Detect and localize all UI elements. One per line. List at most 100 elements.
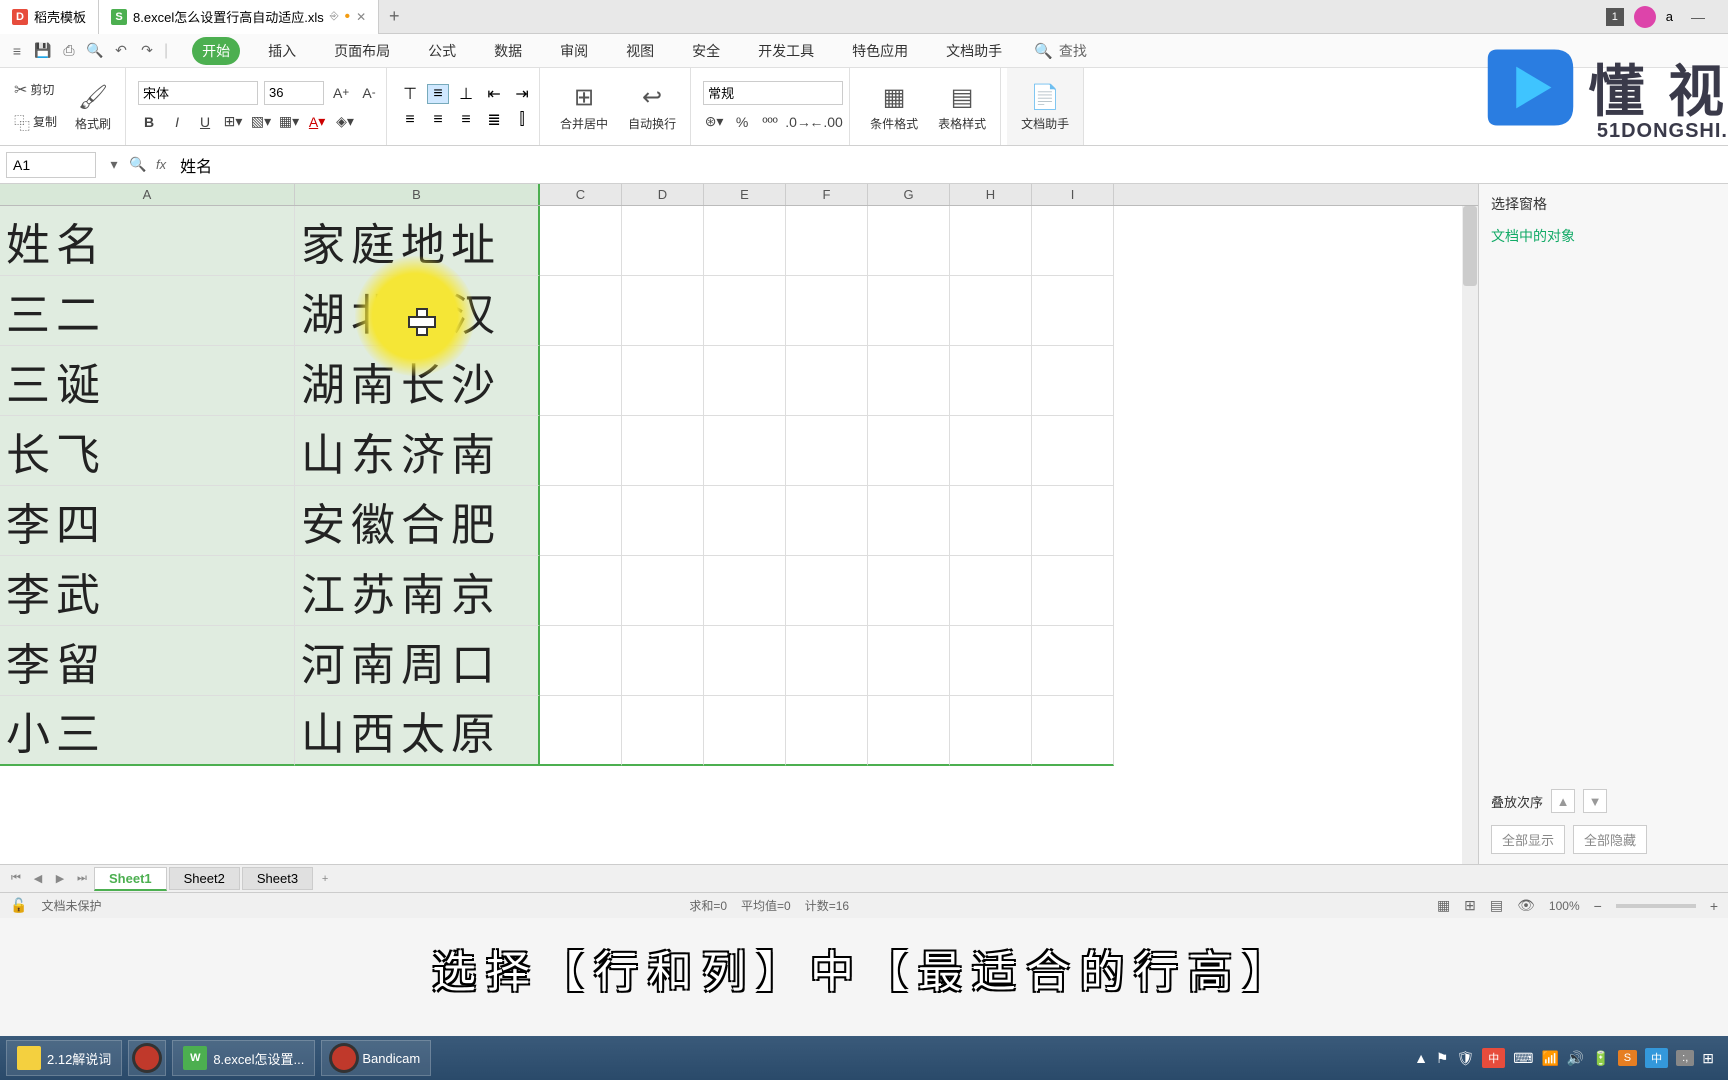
vertical-scrollbar[interactable]	[1462, 206, 1478, 864]
save-icon[interactable]: 💾	[32, 40, 54, 62]
sheet-nav-next-icon[interactable]: ▶	[50, 872, 70, 885]
scrollbar-thumb[interactable]	[1463, 206, 1477, 286]
doc-helper-button[interactable]: 📄 文档助手	[1013, 81, 1077, 132]
tab-dev[interactable]: 开发工具	[748, 37, 824, 65]
col-header-b[interactable]: B	[295, 184, 540, 205]
tray-volume-icon[interactable]: 🔊	[1567, 1050, 1584, 1067]
table-row[interactable]: 李留河南周口	[0, 626, 1478, 696]
table-row[interactable]: 三二湖北武汉	[0, 276, 1478, 346]
cell-style-button[interactable]: ▦▾	[278, 111, 300, 133]
view-pagebreak-icon[interactable]: ⊞	[1464, 897, 1476, 914]
tray-shield-icon[interactable]: 🛡	[1456, 1050, 1474, 1067]
tray-keyboard-icon[interactable]: ⌨	[1513, 1050, 1533, 1067]
send-backward-button[interactable]: ▼	[1583, 789, 1607, 813]
currency-icon[interactable]: ⊛▾	[703, 111, 725, 133]
col-header-c[interactable]: C	[540, 184, 622, 205]
zoom-out-icon[interactable]: −	[1594, 898, 1602, 914]
sheet-nav-prev-icon[interactable]: ◀	[28, 872, 48, 885]
cut-button[interactable]: ✂剪切	[10, 78, 61, 102]
tray-flag-icon[interactable]: ⚑	[1436, 1050, 1449, 1067]
view-normal-icon[interactable]: ▦	[1437, 897, 1450, 914]
close-icon[interactable]: ✕	[356, 10, 366, 24]
tray-network-icon[interactable]: 📶	[1541, 1050, 1558, 1067]
table-row[interactable]: 三诞湖南长沙	[0, 346, 1478, 416]
col-header-f[interactable]: F	[786, 184, 868, 205]
notification-badge[interactable]: 1	[1606, 8, 1624, 26]
table-row[interactable]: 姓名家庭地址	[0, 206, 1478, 276]
conditional-format-button[interactable]: ▦ 条件格式	[862, 81, 926, 132]
wrap-text-button[interactable]: ↩ 自动换行	[620, 81, 684, 132]
indent-right-icon[interactable]: ⇥	[511, 84, 533, 104]
tab-docer[interactable]: D 稻壳模板	[0, 0, 99, 34]
tab-special[interactable]: 特色应用	[842, 37, 918, 65]
tab-security[interactable]: 安全	[682, 37, 730, 65]
number-format-select[interactable]	[703, 81, 843, 105]
tab-document[interactable]: S 8.excel怎么设置行高自动适应.xls ⎆ • ✕	[99, 0, 379, 34]
show-all-button[interactable]: 全部显示	[1491, 825, 1565, 854]
col-header-d[interactable]: D	[622, 184, 704, 205]
zoom-formula-icon[interactable]: 🔍	[126, 156, 150, 173]
ime-lang-icon[interactable]: 中	[1645, 1048, 1668, 1068]
table-style-button[interactable]: ▤ 表格样式	[930, 81, 994, 132]
increase-font-icon[interactable]: A+	[330, 82, 352, 104]
align-bottom-icon[interactable]: ⊥	[455, 84, 477, 104]
spreadsheet-grid[interactable]: A B C D E F G H I 姓名家庭地址 三二湖北武汉 三诞湖南长沙 长…	[0, 184, 1478, 864]
ime-punct-icon[interactable]: :,	[1676, 1050, 1694, 1066]
tab-dochelper[interactable]: 文档助手	[936, 37, 1012, 65]
menu-icon[interactable]: ≡	[6, 40, 28, 62]
merge-center-button[interactable]: ⊞ 合并居中	[552, 81, 616, 132]
table-row[interactable]: 李武江苏南京	[0, 556, 1478, 626]
ime-indicator[interactable]: 中	[1482, 1048, 1505, 1068]
tab-formula[interactable]: 公式	[418, 37, 466, 65]
distribute-icon[interactable]: ⫿	[511, 110, 533, 130]
ime-sogou-icon[interactable]: S	[1618, 1050, 1637, 1066]
table-row[interactable]: 小三山西太原	[0, 696, 1478, 766]
redo-icon[interactable]: ↷	[136, 40, 158, 62]
tray-more-icon[interactable]: ⊞	[1702, 1050, 1714, 1067]
italic-button[interactable]: I	[166, 111, 188, 133]
format-painter-button[interactable]: 🖌 格式刷	[67, 81, 119, 132]
zoom-value[interactable]: 100%	[1549, 899, 1580, 913]
fx-label[interactable]: fx	[156, 157, 166, 172]
tab-review[interactable]: 审阅	[550, 37, 598, 65]
view-layout-icon[interactable]: ▤	[1490, 897, 1503, 914]
indent-left-icon[interactable]: ⇤	[483, 84, 505, 104]
taskbar-bandicam[interactable]: Bandicam	[321, 1040, 431, 1076]
zoom-in-icon[interactable]: +	[1710, 898, 1718, 914]
tab-data[interactable]: 数据	[484, 37, 532, 65]
undo-icon[interactable]: ↶	[110, 40, 132, 62]
fill-color-button[interactable]: ▧▾	[250, 111, 272, 133]
minimize-button[interactable]: —	[1683, 9, 1713, 25]
bring-forward-button[interactable]: ▲	[1551, 789, 1575, 813]
print-icon[interactable]: ⎙	[58, 40, 80, 62]
tab-home[interactable]: 开始	[192, 37, 240, 65]
comma-icon[interactable]: ººº	[759, 111, 781, 133]
preview-icon[interactable]: 🔍	[84, 40, 106, 62]
sheet-nav-first-icon[interactable]: ⏮	[6, 872, 26, 885]
align-left-icon[interactable]: ≡	[399, 110, 421, 130]
col-header-a[interactable]: A	[0, 184, 295, 205]
name-dropdown-icon[interactable]: ▾	[102, 156, 126, 173]
search-area[interactable]: 🔍 查找	[1034, 41, 1087, 61]
decrease-font-icon[interactable]: A-	[358, 82, 380, 104]
border-button[interactable]: ⊞▾	[222, 111, 244, 133]
new-tab-button[interactable]: +	[379, 6, 409, 27]
table-row[interactable]: 长飞山东济南	[0, 416, 1478, 486]
tab-insert[interactable]: 插入	[258, 37, 306, 65]
tray-battery-icon[interactable]: 🔋	[1592, 1050, 1609, 1067]
add-sheet-button[interactable]: +	[315, 873, 335, 885]
taskbar-wps[interactable]: W 8.excel怎设置...	[172, 1040, 315, 1076]
taskbar-record1[interactable]	[128, 1040, 166, 1076]
align-middle-icon[interactable]: ≡	[427, 84, 449, 104]
font-color-button[interactable]: A▾	[306, 111, 328, 133]
align-center-icon[interactable]: ≡	[427, 110, 449, 130]
highlight-button[interactable]: ◈▾	[334, 111, 356, 133]
taskbar-folder[interactable]: 2.12解说词	[6, 1040, 122, 1076]
tab-view[interactable]: 视图	[616, 37, 664, 65]
protect-icon[interactable]: 🔓	[10, 897, 27, 914]
decrease-decimal-icon[interactable]: .0→	[787, 111, 809, 133]
increase-decimal-icon[interactable]: ←.00	[815, 111, 837, 133]
align-top-icon[interactable]: ⊤	[399, 84, 421, 104]
sheet-tab-2[interactable]: Sheet2	[169, 867, 240, 890]
eye-icon[interactable]: 👁	[1517, 897, 1535, 914]
